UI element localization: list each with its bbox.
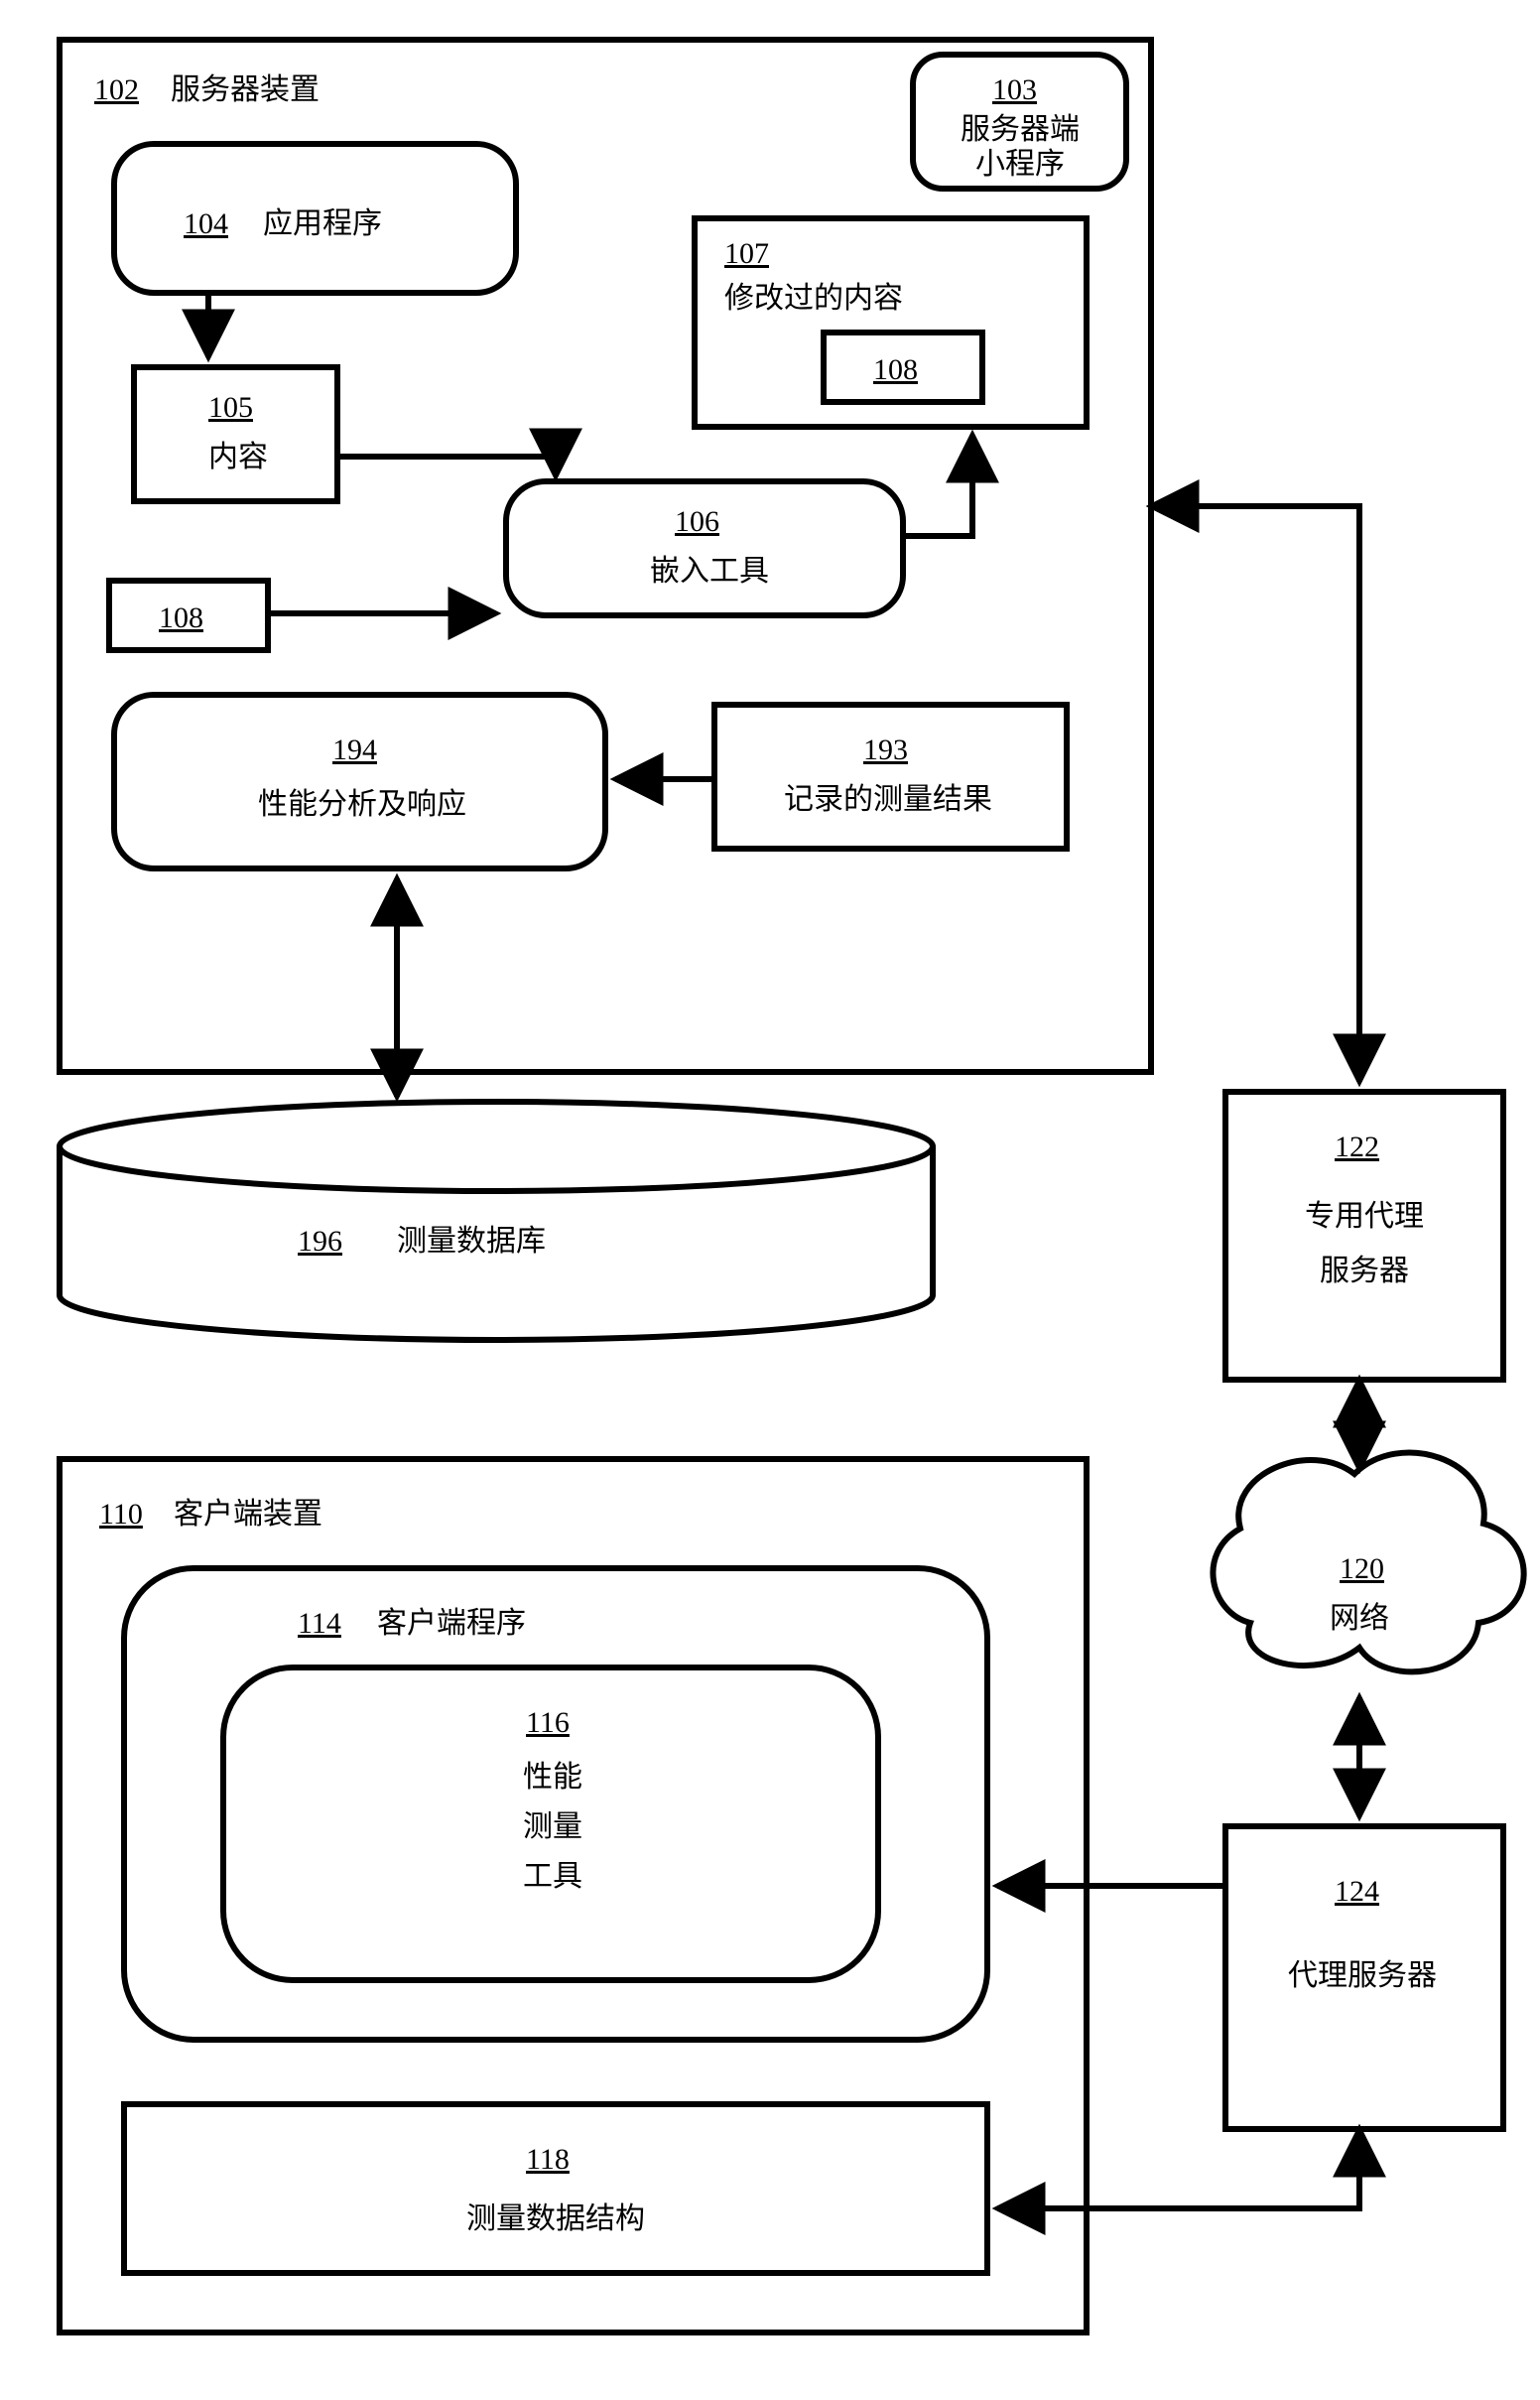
embed-tool-num: 106 [675,505,719,538]
application-num: 104 [184,207,228,240]
modified-content-label: 修改过的内容 [724,282,903,315]
client-device-box [60,1459,1087,2333]
measurement-db [60,1102,933,1340]
diagram-canvas: 102 服务器装置 103 服务器端 小程序 104 应用程序 107 修改过的… [0,0,1540,2400]
arrow-105-to-106 [337,457,556,476]
perf-tool-label-l1: 性能 [523,1761,582,1794]
arrow-server-to-dedicated-proxy [1151,506,1359,1082]
proxy-server-num: 124 [1335,1875,1379,1908]
embed-tool-box [506,481,903,615]
client-device-num: 110 [99,1498,143,1531]
server-device-box [60,40,1151,1072]
application-label: 应用程序 [263,207,382,240]
servlet-label-l1: 服务器端 [961,113,1080,146]
content-label: 内容 [208,441,268,473]
recorded-results-label: 记录的测量结果 [784,783,992,816]
perf-analysis-label: 性能分析及响应 [258,788,466,821]
perf-analysis-num: 194 [332,733,377,766]
dedicated-proxy-num: 122 [1335,1131,1379,1163]
network-num: 120 [1340,1552,1384,1585]
arrow-106-to-107 [903,435,972,536]
measurement-db-num: 196 [298,1225,342,1258]
arrow-proxy-to-measurement-struct [997,2129,1359,2208]
dedicated-proxy-label-l1: 专用代理 [1305,1200,1424,1233]
perf-tool-num: 116 [526,1706,570,1739]
content-num: 105 [208,391,253,424]
modified-content-num: 107 [724,237,769,270]
measurement-struct-box [124,2104,987,2273]
servlet-label-l2: 小程序 [975,148,1065,181]
inner-108-num: 108 [873,353,918,386]
embed-tool-label: 嵌入工具 [650,555,769,588]
perf-tool-label-l2: 测量 [523,1810,582,1843]
client-program-num: 114 [298,1607,341,1640]
perf-tool-label-l3: 工具 [523,1860,582,1893]
measurement-struct-num: 118 [526,2143,570,2176]
measurement-struct-label: 测量数据结构 [466,2202,645,2235]
measurement-db-label: 测量数据库 [397,1225,546,1258]
perf-analysis-box [114,695,605,868]
client-program-label: 客户端程序 [377,1607,526,1640]
server-device-label: 服务器装置 [171,73,320,106]
server-device-num: 102 [94,73,139,106]
recorded-results-box [714,705,1067,849]
recorded-results-num: 193 [863,733,908,766]
servlet-num: 103 [992,73,1037,106]
content-box [134,367,337,501]
outer-108-num: 108 [159,601,203,634]
proxy-server-label: 代理服务器 [1288,1959,1437,1992]
network-label: 网络 [1330,1602,1389,1635]
client-device-label: 客户端装置 [174,1498,322,1531]
dedicated-proxy-label-l2: 服务器 [1320,1255,1409,1287]
